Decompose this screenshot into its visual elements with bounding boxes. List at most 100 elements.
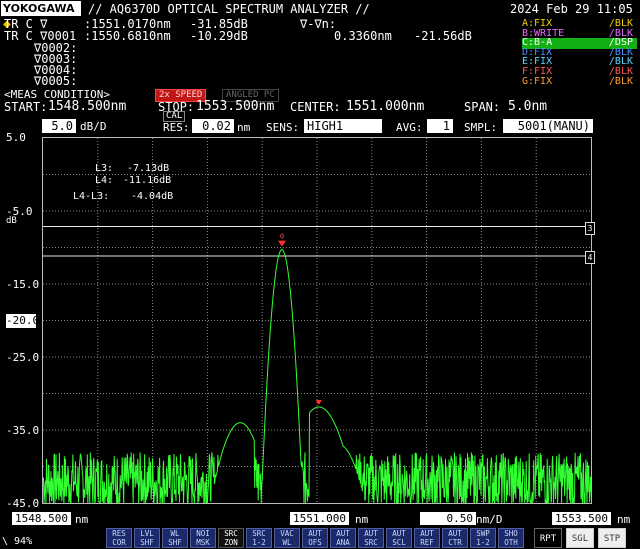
soft-key-line1: AUT: [364, 529, 378, 538]
settings-bar: 5.0 dB/D CAL RES: 0.02 nm SENS: HIGH1 AV…: [0, 111, 640, 135]
smpl-value[interactable]: 5001(MANU): [503, 119, 593, 133]
avg-value[interactable]: 1: [427, 119, 453, 133]
soft-key-button[interactable]: SRC 1-2: [246, 528, 272, 548]
repeat-button[interactable]: RPT: [534, 528, 562, 548]
span-value[interactable]: 5.0nm: [508, 99, 547, 114]
soft-key-button[interactable]: VAC WL: [274, 528, 300, 548]
single-button[interactable]: SGL: [566, 528, 594, 548]
x-center-unit: nm: [355, 513, 369, 526]
scale-value[interactable]: 5.0: [42, 119, 76, 133]
soft-key-line2: COR: [112, 538, 126, 547]
soft-key-button[interactable]: AUT SRC: [358, 528, 384, 548]
y-tick-label: -25.0: [6, 351, 40, 364]
soft-key-button[interactable]: LVL SHF: [134, 528, 160, 548]
db-unit-label: dB: [6, 216, 17, 226]
soft-key-line1: AUT: [448, 529, 462, 538]
soft-key-line1: AUT: [392, 529, 406, 538]
soft-key-button[interactable]: WL SHF: [162, 528, 188, 548]
delta-wavelength: 0.3360nm: [334, 29, 392, 43]
avg-label: AVG:: [396, 121, 423, 134]
marker-row-6: ∇0005:: [34, 74, 78, 88]
soft-key-line1: NOI: [196, 529, 210, 538]
line3-tag: 3: [585, 222, 595, 235]
progress-indicator: \ 94%: [2, 536, 33, 547]
logo-text: YOKOGAWA: [3, 2, 75, 15]
sens-label: SENS:: [266, 121, 300, 134]
soft-key-button[interactable]: SRC ZON: [218, 528, 244, 548]
trace-name: G:FIX: [522, 75, 553, 87]
y-tick-label: -15.0: [6, 278, 40, 291]
start-label: START:: [4, 100, 48, 114]
soft-key-button[interactable]: AUT REF: [414, 528, 440, 548]
soft-key-line2: OTH: [504, 538, 518, 547]
title-bar: YOKOGAWA ◆ // AQ6370D OPTICAL SPECTRUM A…: [0, 0, 640, 30]
trace-item[interactable]: G:FIX/BLK: [522, 75, 637, 88]
soft-key-line1: SWP: [476, 529, 490, 538]
soft-key-button[interactable]: NOI MSK: [190, 528, 216, 548]
yokogawa-logo: YOKOGAWA ◆: [1, 1, 81, 30]
marker-row-2-wavelength: :1550.6810nm: [84, 29, 171, 43]
res-label: RES:: [163, 121, 190, 134]
soft-key-button[interactable]: RES COR: [106, 528, 132, 548]
bottom-bar: 1548.500 nm 1551.000 nm 0.50 nm/D 1553.5…: [0, 510, 640, 549]
res-value[interactable]: 0.02: [192, 119, 234, 133]
delta-marker-title: ∇-∇n:: [300, 17, 337, 31]
soft-key-line2: OFS: [308, 538, 322, 547]
y-tick-label: -45.0: [6, 497, 40, 510]
soft-key-button[interactable]: AUT OFS: [302, 528, 328, 548]
smpl-label: SMPL:: [464, 121, 498, 134]
soft-key-line2: 1-2: [252, 538, 266, 547]
soft-key-line2: REF: [420, 538, 434, 547]
soft-key-line2: CTR: [448, 538, 462, 547]
date-time: 2024 Feb 29 11:05: [510, 2, 633, 16]
stop-button[interactable]: STP: [598, 528, 626, 548]
l3-label: L3:: [95, 163, 114, 174]
soft-key-line2: SRC: [364, 538, 378, 547]
l4-label: L4:: [95, 175, 114, 186]
soft-key-button[interactable]: AUT ANA: [330, 528, 356, 548]
measurement-condition: <MEAS CONDITION> 2x SPEED ANGLED PC STAR…: [0, 88, 640, 114]
start-value[interactable]: 1548.500nm: [48, 99, 126, 114]
soft-key-line2: SHF: [168, 538, 182, 547]
trace-mode: /BLK: [608, 75, 633, 87]
ref-level-box[interactable]: -20.0: [6, 314, 39, 328]
center-label: CENTER:: [290, 100, 341, 114]
delta-power: -21.56dB: [414, 29, 472, 43]
res-unit: nm: [237, 121, 251, 134]
x-div-value: 0.50: [420, 512, 476, 525]
soft-key-line2: SHF: [140, 538, 154, 547]
soft-key-line2: SCL: [392, 538, 406, 547]
soft-key-button[interactable]: AUT SCL: [386, 528, 412, 548]
line4-tag: 4: [585, 251, 595, 264]
soft-key-line1: VAC: [280, 529, 294, 538]
peak-marker-icon: [278, 240, 287, 247]
x-div-unit: nm/D: [476, 513, 503, 526]
marker-row-2-power: -10.29dB: [190, 29, 248, 43]
spectrum-plot[interactable]: 0 L3: -7.13dB L4: -11.16dB L4-L3: -4.04dB: [42, 137, 592, 504]
span-label: SPAN:: [464, 100, 501, 114]
soft-key-line1: AUT: [336, 529, 350, 538]
l3-value: -7.13dB: [127, 163, 170, 174]
sens-value[interactable]: HIGH1: [304, 119, 382, 133]
peak-marker-label: 0: [280, 233, 284, 241]
trace-list: A:FIX/BLK B:WRITE/BLK C:B-A/DSP D:FIX/BLK E:…: [519, 18, 639, 86]
soft-key-line1: RES: [112, 529, 126, 538]
x-start-value: 1548.500: [12, 512, 71, 525]
soft-key-button[interactable]: SHO OTH: [498, 528, 524, 548]
spectrum-trace: [43, 249, 591, 503]
l4-l3-value: -4.04dB: [131, 191, 174, 202]
soft-key-line2: MSK: [196, 538, 210, 547]
l4-value: -11.16dB: [123, 175, 172, 186]
y-tick-label: 5.0: [6, 131, 26, 144]
stop-value[interactable]: 1553.500nm: [196, 99, 274, 114]
soft-key-button[interactable]: AUT CTR: [442, 528, 468, 548]
x-start-unit: nm: [75, 513, 89, 526]
y-tick-label: -35.0: [6, 424, 40, 437]
spectrum-svg: 0: [43, 138, 591, 503]
center-value[interactable]: 1551.000nm: [346, 99, 424, 114]
x-stop-unit: nm: [617, 513, 631, 526]
scale-unit: dB/D: [80, 120, 107, 133]
soft-key-button[interactable]: SWP 1-2: [470, 528, 496, 548]
soft-key-line1: SRC: [252, 529, 266, 538]
soft-key-line2: WL: [282, 538, 292, 547]
